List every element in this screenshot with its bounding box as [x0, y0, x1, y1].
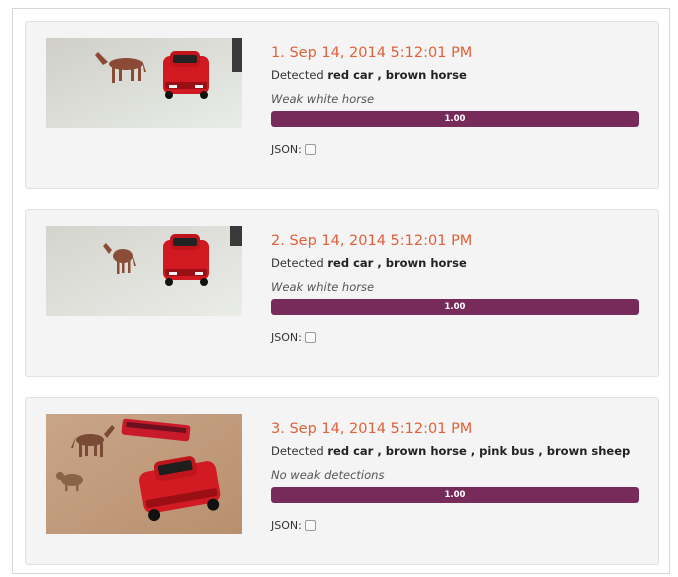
confidence-value: 1.00 — [444, 302, 466, 312]
weak-detections: No weak detections — [271, 468, 385, 482]
weak-detections: Weak white horse — [271, 280, 375, 294]
result-title: 1. Sep 14, 2014 5:12:01 PM — [271, 45, 473, 61]
result-info: 3. Sep 14, 2014 5:12:01 PM Detected red … — [271, 420, 641, 532]
weak-detections: Weak white horse — [271, 92, 375, 106]
detected-prefix: Detected — [271, 444, 324, 458]
detections-line: Detected red car , brown horse , pink bu… — [271, 444, 641, 459]
json-checkbox[interactable] — [304, 332, 316, 343]
result-info: 1. Sep 14, 2014 5:12:01 PM Detected red … — [271, 44, 641, 156]
confidence-value: 1.00 — [444, 114, 466, 124]
result-thumbnail — [46, 38, 242, 128]
result-card: 3. Sep 14, 2014 5:12:01 PM Detected red … — [25, 397, 659, 565]
detections-list: red car , brown horse — [327, 256, 467, 270]
detections-list: red car , brown horse , pink bus , brown… — [327, 444, 631, 458]
detections-line: Detected red car , brown horse — [271, 68, 641, 83]
confidence-bar: 1.00 — [271, 111, 639, 127]
detected-prefix: Detected — [271, 256, 324, 270]
json-label: JSON: — [271, 519, 302, 532]
json-toggle-row: JSON: — [271, 331, 641, 344]
results-panel: 1. Sep 14, 2014 5:12:01 PM Detected red … — [12, 8, 670, 574]
json-toggle-row: JSON: — [271, 143, 641, 156]
result-info: 2. Sep 14, 2014 5:12:01 PM Detected red … — [271, 232, 641, 344]
result-card: 1. Sep 14, 2014 5:12:01 PM Detected red … — [25, 21, 659, 189]
json-checkbox[interactable] — [304, 520, 316, 531]
result-title: 3. Sep 14, 2014 5:12:01 PM — [271, 421, 473, 437]
result-thumbnail — [46, 414, 242, 534]
result-thumbnail — [46, 226, 242, 316]
detections-list: red car , brown horse — [327, 68, 467, 82]
detections-line: Detected red car , brown horse — [271, 256, 641, 271]
json-label: JSON: — [271, 331, 302, 344]
confidence-value: 1.00 — [444, 490, 466, 500]
confidence-bar: 1.00 — [271, 487, 639, 503]
result-title: 2. Sep 14, 2014 5:12:01 PM — [271, 233, 473, 249]
json-label: JSON: — [271, 143, 302, 156]
detected-prefix: Detected — [271, 68, 324, 82]
json-toggle-row: JSON: — [271, 519, 641, 532]
result-card: 2. Sep 14, 2014 5:12:01 PM Detected red … — [25, 209, 659, 377]
confidence-bar: 1.00 — [271, 299, 639, 315]
json-checkbox[interactable] — [304, 144, 316, 155]
